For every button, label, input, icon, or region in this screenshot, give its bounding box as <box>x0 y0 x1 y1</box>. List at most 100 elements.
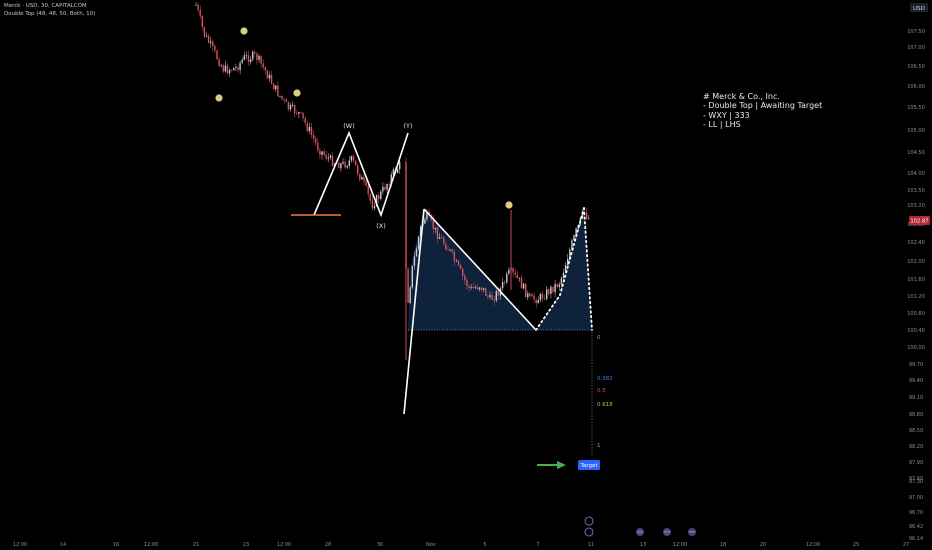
candle-body <box>359 173 361 180</box>
candle-body <box>216 50 218 60</box>
candle-body <box>424 219 426 224</box>
time-tick-label: 14 <box>60 542 66 548</box>
price-tick-label: 100.00 <box>907 345 925 351</box>
candle-body <box>417 236 420 249</box>
time-axis: 12:00 14 16 12:00 21 23 12:00 28 30 Nov 5 7 11 13 12:0… <box>13 542 909 548</box>
price-tick-label: 102.00 <box>907 259 925 265</box>
candle-body <box>441 237 443 239</box>
candle-body <box>275 85 277 90</box>
candle-body <box>264 67 266 71</box>
candle-body <box>352 156 355 161</box>
candle-body <box>266 70 269 79</box>
candle-body <box>462 268 464 276</box>
candle-body <box>409 287 411 303</box>
candle-body <box>554 284 556 293</box>
candle-body <box>329 155 332 158</box>
candle-body <box>239 62 241 71</box>
candle-body <box>382 186 384 192</box>
candle-body <box>340 163 342 169</box>
candle-body <box>468 286 470 288</box>
candle-body <box>235 67 237 68</box>
price-tick-label: 96.70 <box>909 510 923 516</box>
candle-body <box>378 195 380 199</box>
candle-body <box>254 51 256 54</box>
fib-level-label: 1 <box>597 443 601 449</box>
candle-body <box>218 59 220 67</box>
candle-body <box>493 299 495 301</box>
marker-dot <box>293 89 301 97</box>
candle-body <box>550 286 552 294</box>
candle-body <box>348 160 350 166</box>
candle-body <box>531 295 533 297</box>
candle-body <box>453 251 455 261</box>
candle-body <box>522 283 525 289</box>
price-tick-label: 101.60 <box>907 277 925 283</box>
time-tick-label: 12:00 <box>144 542 158 548</box>
candle-body <box>541 293 544 299</box>
candle-body <box>268 74 271 79</box>
candle-body <box>350 156 353 161</box>
candle-body <box>237 67 239 71</box>
time-tick-label: 20 <box>760 542 766 548</box>
candle-body <box>338 163 340 169</box>
candle-body <box>539 293 542 300</box>
candle-body <box>447 249 449 251</box>
flag-stripe <box>637 531 643 533</box>
candle-body <box>283 99 285 100</box>
candle-body <box>585 212 588 219</box>
note-line: - WXY | 333 <box>703 110 750 120</box>
price-tick-label: 97.30 <box>909 479 923 485</box>
candle-body <box>436 227 439 239</box>
price-tick-label: 101.20 <box>907 294 925 300</box>
candle-body <box>346 165 348 168</box>
candle-body <box>289 105 292 110</box>
candle-body <box>195 4 197 6</box>
candle-body <box>480 287 483 290</box>
price-tick-label: 96.14 <box>909 536 923 542</box>
analysis-note: # Merck & Co., Inc. - Double Top | Await… <box>703 92 822 130</box>
candle-body <box>363 177 365 182</box>
candle-body <box>558 284 560 287</box>
price-tick-label: 99.10 <box>909 395 923 401</box>
event-icon <box>584 516 594 526</box>
price-tick-label: 106.50 <box>907 64 925 70</box>
time-tick-label: Nov <box>426 542 436 548</box>
candle-body <box>495 290 497 301</box>
candle-body <box>197 4 199 11</box>
candle-body <box>210 41 212 43</box>
candle-body <box>302 112 304 119</box>
time-tick-label: 12:00 <box>673 542 687 548</box>
candle-body <box>315 138 317 143</box>
candle-body <box>474 287 476 289</box>
candle-body <box>205 35 208 37</box>
wave-label-w: (W) <box>343 122 355 130</box>
price-axis: USD 107.50 107.00 106.50 106.00 105.50 105.00 1… <box>904 0 932 550</box>
candle-body <box>501 282 504 289</box>
candle-body <box>413 256 416 266</box>
pattern-area <box>408 208 592 330</box>
event-icon <box>584 527 594 537</box>
candle-body <box>373 206 376 209</box>
candle-body <box>310 127 313 135</box>
currency-label: USD <box>913 6 925 12</box>
candle-body <box>228 70 231 74</box>
candle-body <box>459 265 462 269</box>
candle-body <box>245 55 248 57</box>
price-tick-label: 98.20 <box>909 444 923 450</box>
price-tick-label: 97.90 <box>909 460 923 466</box>
double-top-fill <box>408 208 592 330</box>
candle-body <box>199 10 201 17</box>
candle-body <box>485 288 487 296</box>
candle-body <box>308 127 311 131</box>
candle-body <box>325 154 327 159</box>
time-tick-label: 23 <box>243 542 249 548</box>
candle-body <box>233 67 235 71</box>
candle-body <box>562 272 565 278</box>
candle-body <box>478 287 481 290</box>
candle-body <box>399 161 401 170</box>
candle-body <box>449 249 451 251</box>
candle-body <box>306 122 308 131</box>
candle-body <box>384 186 386 190</box>
candle-body <box>476 287 479 290</box>
time-tick-label: 25 <box>853 542 859 548</box>
